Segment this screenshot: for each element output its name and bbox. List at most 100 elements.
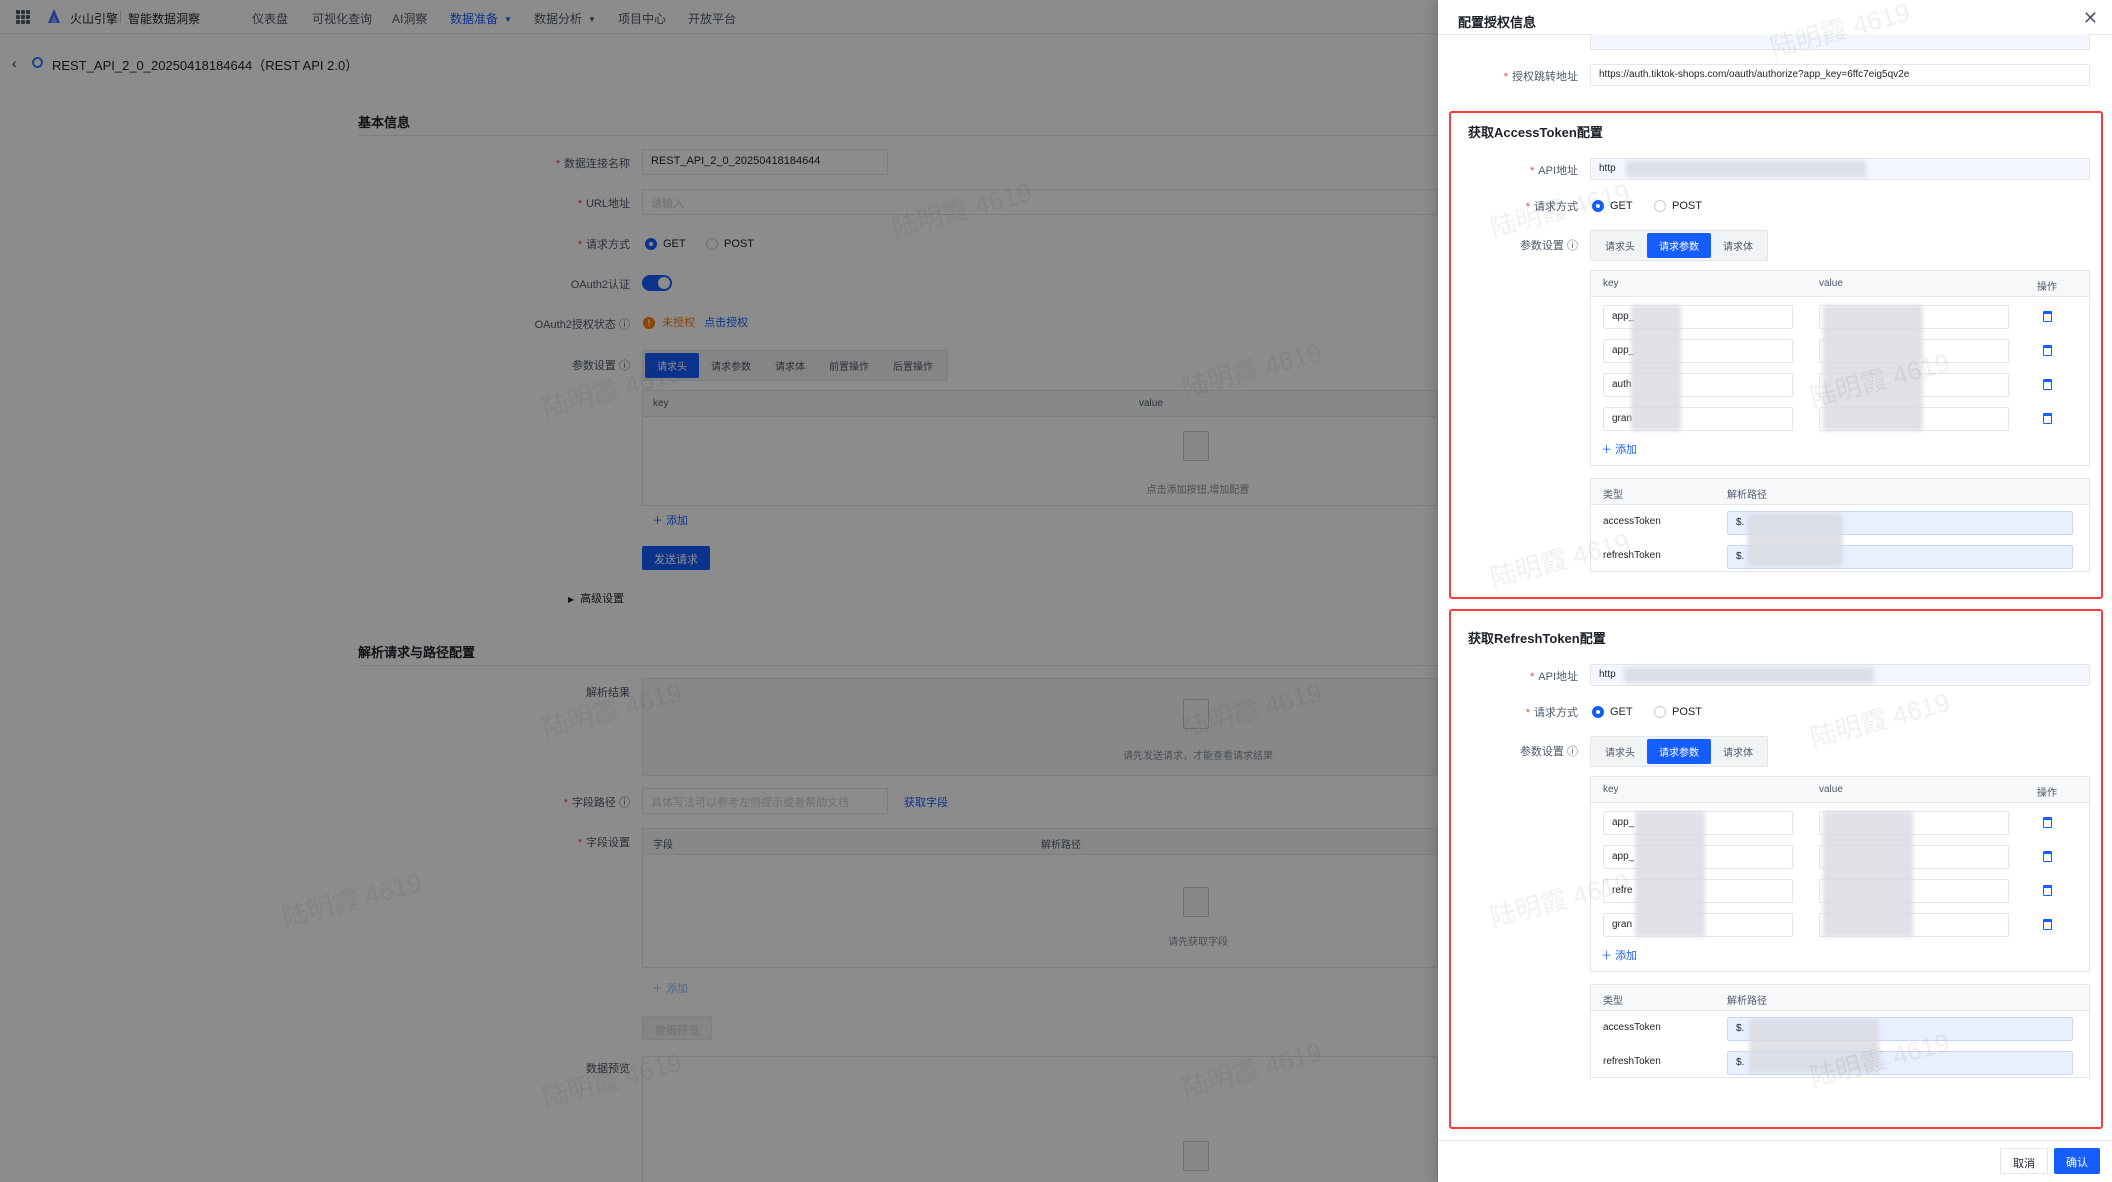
footer-divider [1438, 1140, 2112, 1141]
warning-icon: ! [643, 317, 655, 330]
delete-icon[interactable] [2043, 817, 2052, 828]
nav-visual-query[interactable]: 可视化查询 [312, 10, 372, 27]
empty-text: 点击添加按钮,增加配置 [1146, 485, 1250, 496]
empty-file-icon [1183, 431, 1209, 461]
connection-name-input[interactable]: REST_API_2_0_20250418184644 [642, 149, 888, 175]
add-param-link[interactable]: ＋ 添加 [652, 512, 688, 528]
method-label: * 请求方式 [577, 239, 630, 251]
watermark: 陆明霞 4619 [1766, 0, 1913, 63]
refresh-post-radio[interactable]: POST [1654, 704, 1702, 718]
delete-icon[interactable] [2043, 345, 2052, 356]
tab-request-header[interactable]: 请求头 [1593, 233, 1647, 258]
nav-data-analysis[interactable]: 数据分析 ▼ [534, 10, 596, 27]
radio-unchecked-icon [1654, 199, 1666, 212]
access-params-label: 参数设置 ⓘ [1519, 240, 1578, 252]
delete-icon[interactable] [2043, 885, 2052, 896]
refresh-params-tabs: 请求头 请求参数 请求体 [1590, 736, 1768, 767]
cancel-button[interactable]: 取消 [2000, 1148, 2048, 1174]
send-request-button[interactable]: 发送请求 [642, 546, 710, 570]
access-params-table: key value 操作 app_ app_ auth gran ＋ 添加 [1590, 270, 2090, 466]
data-preview-label: 数据预览 [586, 1063, 630, 1075]
access-token-title: 获取AccessToken配置 [1468, 125, 1603, 140]
empty-file-icon [1183, 1141, 1209, 1171]
drawer-title: 配置授权信息 [1458, 15, 1537, 30]
delete-icon[interactable] [2043, 851, 2052, 862]
redirect-url-input[interactable]: https://auth.tiktok-shops.com/oauth/auth… [1590, 64, 2090, 86]
redacted-block [1747, 513, 1843, 567]
refresh-token-title: 获取RefreshToken配置 [1468, 631, 1606, 646]
access-post-radio[interactable]: POST [1654, 198, 1702, 212]
add-param-link[interactable]: ＋ 添加 [1601, 947, 1637, 963]
tab-request-header[interactable]: 请求头 [1593, 739, 1647, 764]
fields-table: 字段 解析路径 请先获取字段 [642, 828, 1438, 968]
modal-mask[interactable] [0, 0, 1438, 1182]
chevron-down-icon: ▼ [588, 15, 596, 25]
tab-request-body[interactable]: 请求体 [1711, 739, 1765, 764]
get-fields-link[interactable]: 获取字段 [904, 794, 948, 810]
fields-empty-text: 请先获取字段 [1168, 937, 1228, 948]
delete-icon[interactable] [2043, 311, 2052, 322]
col-type: 类型 [1603, 996, 1623, 1007]
tab-request-params[interactable]: 请求参数 [1647, 233, 1711, 258]
close-icon[interactable]: ✕ [2083, 8, 2098, 29]
radio-checked-icon [1592, 199, 1604, 212]
oauth-toggle[interactable] [642, 275, 672, 291]
add-param-link[interactable]: ＋ 添加 [1601, 441, 1637, 457]
data-preview-box [642, 1056, 1438, 1182]
refresh-params-table: key value 操作 app_ app_ refre gran ＋ 添加 [1590, 776, 2090, 972]
tab-request-params[interactable]: 请求参数 [699, 353, 763, 378]
col-operation: 操作 [2037, 788, 2057, 799]
delete-icon[interactable] [2043, 413, 2052, 424]
data-preview-button[interactable]: 数据预览 [642, 1016, 712, 1040]
nav-data-prep[interactable]: 数据准备 ▼ [450, 10, 512, 27]
redacted-block [1626, 161, 1866, 177]
redacted-block [1624, 667, 1874, 683]
tab-request-body[interactable]: 请求体 [763, 353, 817, 378]
parse-result-label: 解析结果 [586, 687, 630, 699]
url-input[interactable]: 请输入 [642, 189, 1438, 215]
method-get-radio[interactable]: GET [645, 236, 686, 250]
access-get-radio[interactable]: GET [1592, 198, 1633, 212]
refresh-token-path-table: 类型 解析路径 accessToken $. refreshToken $. [1590, 984, 2090, 1078]
caret-right-icon: ▶ [568, 595, 575, 604]
col-value: value [1139, 398, 1163, 409]
url-label: * URL地址 [577, 198, 630, 210]
delete-icon[interactable] [2043, 379, 2052, 390]
delete-icon[interactable] [2043, 919, 2052, 930]
tab-request-body[interactable]: 请求体 [1711, 233, 1765, 258]
col-parse-path: 解析路径 [1727, 490, 1767, 501]
section-basic-info: 基本信息 [358, 106, 1438, 136]
tab-post-op[interactable]: 后置操作 [881, 353, 945, 378]
confirm-button[interactable]: 确认 [2054, 1148, 2100, 1174]
radio-checked-icon [645, 237, 657, 250]
app-grid-icon[interactable] [16, 10, 30, 24]
nav-open-platform[interactable]: 开放平台 [688, 10, 736, 27]
redacted-block [1823, 811, 1913, 937]
authorize-link[interactable]: 点击授权 [704, 317, 748, 329]
col-key: key [1603, 784, 1619, 795]
method-post-radio[interactable]: POST [706, 236, 754, 250]
redacted-block [1631, 305, 1681, 431]
add-field-link[interactable]: ＋ 添加 [652, 980, 688, 996]
partial-input[interactable] [1590, 34, 2090, 50]
col-parse-path: 解析路径 [1727, 996, 1767, 1007]
field-settings-label: * 字段设置 [577, 837, 630, 849]
refresh-get-radio[interactable]: GET [1592, 704, 1633, 718]
access-token-path-table: 类型 解析路径 accessToken $. refreshToken $. [1590, 478, 2090, 572]
tab-request-params[interactable]: 请求参数 [1647, 739, 1711, 764]
col-operation: 操作 [2037, 282, 2057, 293]
nav-ai-insight[interactable]: AI洞察 [392, 10, 427, 27]
token-type-label: refreshToken [1603, 550, 1661, 561]
advanced-settings-toggle[interactable]: ▶ 高级设置 [568, 590, 624, 606]
nav-project-center[interactable]: 项目中心 [618, 10, 666, 27]
field-path-input[interactable]: 具体写法可以参考左侧提示或者帮助文档 [642, 788, 888, 814]
radio-unchecked-icon [1654, 705, 1666, 718]
redirect-label: * 授权跳转地址 [1503, 71, 1578, 83]
token-type-label: refreshToken [1603, 1056, 1661, 1067]
tab-pre-op[interactable]: 前置操作 [817, 353, 881, 378]
access-method-label: * 请求方式 [1525, 201, 1578, 213]
back-arrow-icon[interactable]: ‹ [12, 55, 17, 71]
tab-request-header[interactable]: 请求头 [645, 353, 699, 378]
nav-dashboard[interactable]: 仪表盘 [252, 10, 288, 27]
refresh-api-label: * API地址 [1529, 671, 1578, 683]
